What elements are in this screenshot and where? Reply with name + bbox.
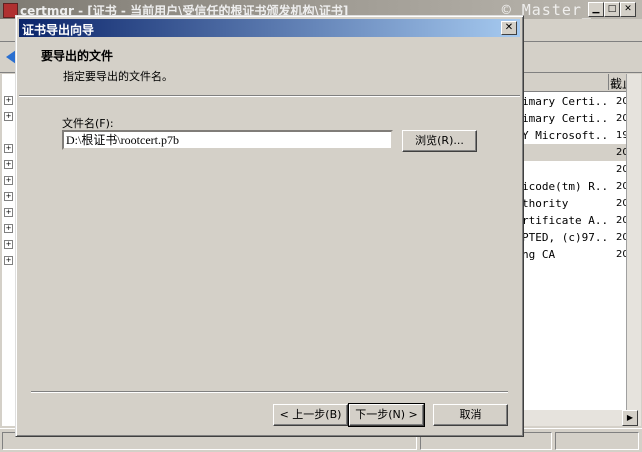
tree-expand-icon[interactable]: + [4, 192, 13, 201]
browse-button[interactable]: 浏览(R)... [402, 130, 477, 152]
list-header: 截止 [520, 74, 626, 92]
page-subheading: 指定要导出的文件名。 [63, 70, 173, 83]
dialog-title-bar: 证书导出向导 ✕ [19, 19, 520, 37]
header-divider [19, 95, 520, 97]
wizard-header: 要导出的文件 指定要导出的文件名。 [19, 37, 520, 95]
tree-expand-icon[interactable]: + [4, 208, 13, 217]
list-item[interactable]: imary Certi...2004 [520, 110, 626, 127]
next-button[interactable]: 下一步(N) > [348, 403, 425, 427]
tree-expand-icon[interactable]: + [4, 256, 13, 265]
list-item[interactable]: PTED, (c)97...2004 [520, 229, 626, 246]
close-icon[interactable]: ✕ [501, 21, 517, 35]
dialog-title: 证书导出向导 [22, 23, 95, 37]
tree-expand-icon[interactable]: + [4, 112, 13, 121]
list-item[interactable]: icode(tm) R...2000 [520, 178, 626, 195]
maximize-icon[interactable]: □ [604, 2, 620, 17]
page-heading: 要导出的文件 [41, 49, 114, 63]
list-item[interactable]: imary Certi...2028 [520, 93, 626, 110]
list-item[interactable]: thority2020 [520, 195, 626, 212]
cancel-button[interactable]: 取消 [433, 404, 508, 426]
tree-expand-icon[interactable]: + [4, 144, 13, 153]
tree-expand-icon[interactable]: + [4, 240, 13, 249]
list-item[interactable]: rtificate A...202 [520, 212, 626, 229]
list-item[interactable]: 2018 [520, 161, 626, 178]
close-icon[interactable]: ✕ [620, 2, 636, 17]
tree-expand-icon[interactable]: + [4, 176, 13, 185]
back-button[interactable]: < 上一步(B) [273, 404, 348, 426]
vertical-scrollbar[interactable] [626, 74, 641, 426]
file-name-label: 文件名(F): [62, 117, 114, 130]
list-item[interactable]: ng CA202 [520, 246, 626, 263]
column-header-issued-by[interactable] [520, 74, 609, 90]
tree-expand-icon[interactable]: + [4, 160, 13, 169]
scroll-right-icon[interactable]: ▶ [622, 410, 638, 426]
status-pane [555, 432, 639, 450]
export-wizard-dialog: 证书导出向导 ✕ 要导出的文件 指定要导出的文件名。 文件名(F): D:\根证… [15, 15, 524, 437]
list-item[interactable]: 2018 [520, 144, 626, 161]
tree-expand-icon[interactable]: + [4, 96, 13, 105]
column-header-expiration[interactable]: 截止 [610, 75, 626, 92]
minimize-icon[interactable]: ▁ [588, 2, 604, 17]
certificate-list: 截止 imary Certi...2028 imary Certi...2004… [520, 74, 626, 426]
list-item[interactable]: Y Microsoft...1999 [520, 127, 626, 144]
tree-expand-icon[interactable]: + [4, 224, 13, 233]
file-name-input[interactable]: D:\根证书\rootcert.p7b [62, 130, 393, 150]
footer-divider [31, 391, 508, 393]
